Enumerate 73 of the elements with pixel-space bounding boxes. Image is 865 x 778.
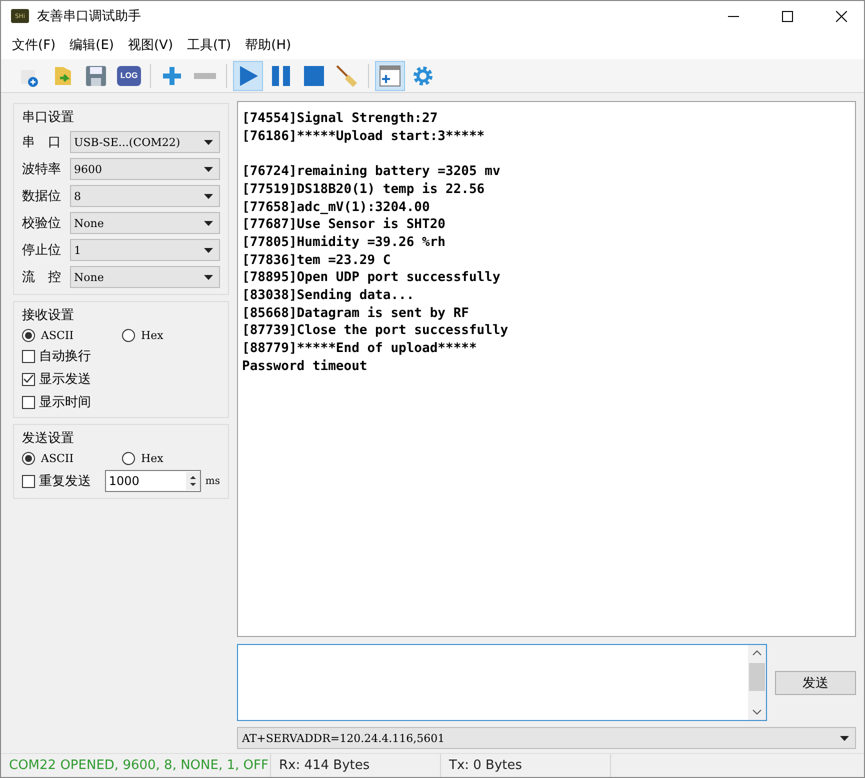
window-add-icon [378, 64, 402, 88]
connection-status: COM22 OPENED, 9600, 8, NONE, 1, OFF [1, 754, 271, 777]
field-label: 串 口 [22, 134, 62, 151]
log-line: [88779]*****End of upload***** [242, 340, 478, 358]
log-line: [77687]Use Sensor is SHT20 [242, 216, 446, 234]
group-title: 串口设置 [22, 109, 75, 126]
group-title: 发送设置 [22, 430, 75, 447]
dropdown[interactable]: None [70, 212, 220, 234]
log-line: [76724]remaining battery =3205 mv [242, 163, 502, 181]
dropdown[interactable]: 9600 [70, 158, 220, 180]
log-line: [85668]Datagram is sent by RF [242, 304, 470, 322]
broom-icon [335, 64, 359, 88]
group-title: 接收设置 [22, 307, 75, 324]
checkbox[interactable]: 显示时间 [22, 393, 220, 411]
send-button[interactable]: 发送 [775, 670, 856, 695]
caret-icon [204, 248, 213, 252]
menu-item[interactable]: 视图(V) [120, 36, 180, 54]
checkbox[interactable]: 自动换行 [22, 347, 220, 365]
field-label: 校验位 [22, 215, 62, 232]
log-line: [77658]adc_mV(1):3204.00 [242, 198, 431, 216]
history-dropdown[interactable]: AT+SERVADDR=120.24.4.116,5601 [237, 727, 856, 749]
dropdown[interactable]: USB-SE...(COM22) [70, 131, 220, 153]
save-icon [84, 64, 108, 88]
log-line: [83038]Sending data... [242, 287, 416, 305]
unit-label: ms [205, 476, 220, 486]
minus-icon [194, 72, 216, 78]
close-icon [836, 10, 846, 22]
toolbar-button[interactable] [233, 60, 263, 90]
window-title: 友善串口调试助手 [37, 8, 142, 25]
caret-icon [204, 274, 213, 280]
spinner-arrows-icon[interactable] [186, 472, 200, 490]
scrollbar[interactable] [748, 645, 766, 720]
log-line: [77519]DS18B20(1) temp is 22.56 [242, 180, 486, 198]
menu-item[interactable]: 工具(T) [180, 36, 238, 54]
toolbar-button[interactable]: LOG [114, 60, 144, 90]
caret-icon [204, 166, 213, 172]
log-line: Password timeout [242, 358, 368, 376]
menu-item[interactable]: 文件(F) [5, 36, 63, 54]
checkbox[interactable]: 显示发送 [22, 370, 220, 388]
caret-icon [204, 220, 213, 226]
log-icon: LOG [117, 66, 141, 86]
log-line: [74554]Signal Strength:27 [242, 110, 439, 128]
settings-icon [411, 64, 435, 88]
log-line: [76186]*****Upload start:3***** [242, 128, 486, 146]
dropdown[interactable]: None [70, 266, 220, 288]
dropdown[interactable]: 1 [70, 239, 220, 261]
log-line: [77805]Humidity =39.26 %rh [242, 234, 446, 252]
radio-button[interactable]: ASCII [22, 452, 92, 465]
dropdown[interactable]: 8 [70, 185, 220, 207]
checkbox[interactable]: 重复发送 [22, 472, 91, 490]
radio-button[interactable]: Hex [122, 329, 192, 342]
send-input[interactable] [237, 644, 768, 722]
log-line: [78895]Open UDP port successfully [242, 269, 502, 288]
pause-icon [269, 64, 293, 88]
radio-button[interactable]: Hex [122, 452, 192, 465]
field-label: 流 控 [22, 269, 62, 286]
radio-button[interactable]: ASCII [22, 329, 92, 342]
stop-icon [302, 64, 326, 88]
log-line: [87739]Close the port successfully [242, 322, 510, 340]
interval-field[interactable]: 1000 [104, 470, 202, 492]
toolbar-button[interactable] [375, 60, 405, 90]
menu-item[interactable]: 编辑(E) [62, 36, 121, 54]
rx-count: Rx: 414 Bytes [271, 754, 441, 777]
tx-count: Tx: 0 Bytes [441, 754, 611, 777]
caret-icon [204, 140, 213, 144]
maximize-icon [782, 10, 792, 22]
log-line: [77836]tem =23.29 C [242, 252, 392, 270]
caret-icon [204, 194, 213, 198]
menu-item[interactable]: 帮助(H) [238, 36, 298, 54]
field-label: 数据位 [22, 188, 62, 205]
field-label: 停止位 [22, 242, 62, 259]
field-label: 波特率 [22, 161, 62, 178]
caret-icon [840, 736, 849, 741]
